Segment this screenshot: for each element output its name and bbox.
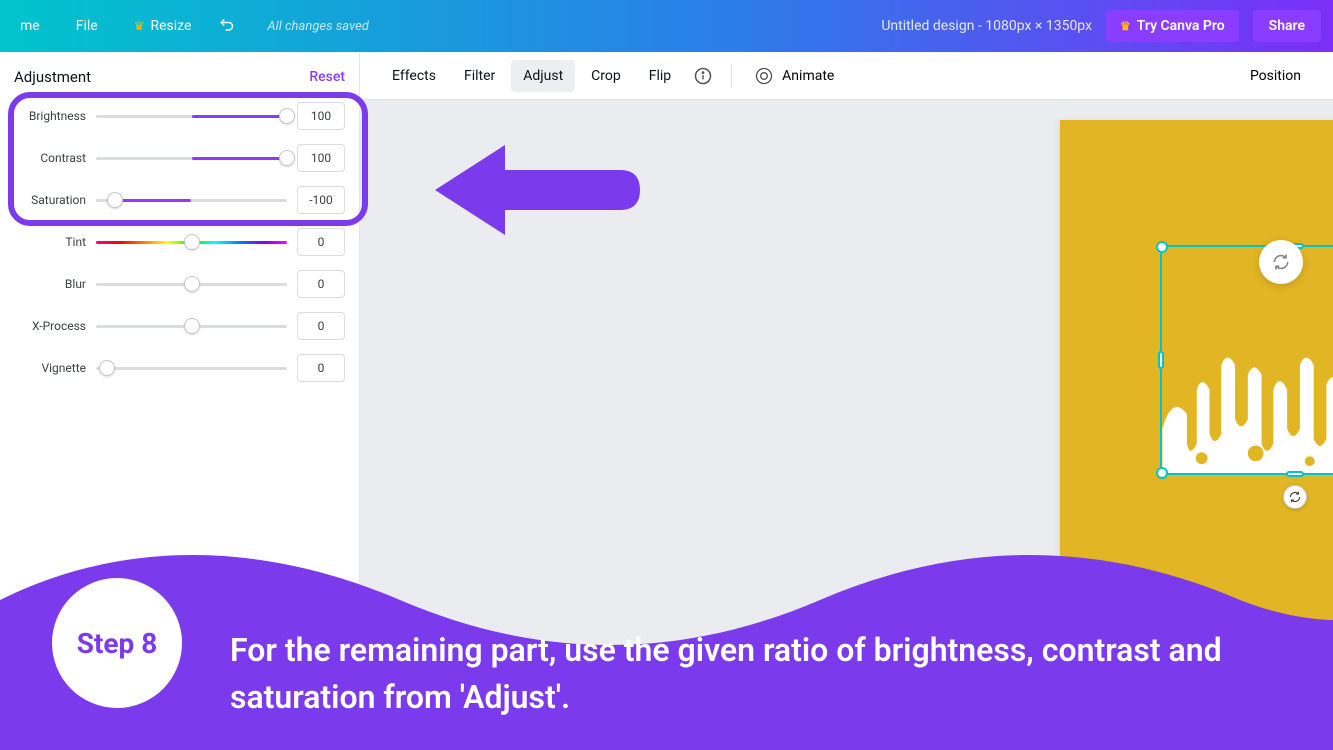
crop-button[interactable]: Crop [579, 60, 633, 92]
slider-row-vignette: Vignette 0 [14, 354, 345, 382]
rotate-handle[interactable] [1283, 485, 1307, 509]
animate-label: Animate [782, 68, 834, 84]
slider-row-blur: Blur 0 [14, 270, 345, 298]
resize-handle-tl[interactable] [1156, 241, 1168, 253]
reset-button[interactable]: Reset [309, 69, 345, 85]
try-pro-button[interactable]: ♛ Try Canva Pro [1106, 10, 1239, 42]
effects-button[interactable]: Effects [380, 60, 448, 92]
resize-button[interactable]: ♛ Resize [126, 12, 200, 40]
slider-saturation[interactable] [96, 192, 287, 208]
slider-thumb[interactable] [184, 318, 200, 334]
slider-thumb[interactable] [279, 150, 295, 166]
flip-button[interactable]: Flip [637, 60, 683, 92]
slider-label: Vignette [14, 361, 96, 375]
slider-label: Tint [14, 235, 96, 249]
context-toolbar: Effects Filter Adjust Crop Flip Animate … [360, 52, 1333, 100]
slider-row-x-process: X-Process 0 [14, 312, 345, 340]
slider-label: X-Process [14, 319, 96, 333]
undo-icon[interactable] [219, 15, 237, 37]
slider-row-brightness: Brightness 100 [14, 102, 345, 130]
resize-label: Resize [150, 18, 191, 34]
animate-button[interactable]: Animate [744, 58, 844, 94]
top-menu-bar: me File ♛ Resize All changes saved Untit… [0, 0, 1333, 52]
slider-thumb[interactable] [99, 360, 115, 376]
resize-handle-b[interactable] [1286, 471, 1304, 477]
animate-icon [754, 66, 774, 86]
filter-button[interactable]: Filter [452, 60, 507, 92]
resize-handle-bl[interactable] [1156, 467, 1168, 479]
slider-value-input[interactable]: 0 [297, 312, 345, 340]
selection-frame[interactable] [1160, 245, 1333, 475]
slider-value-input[interactable]: 100 [297, 102, 345, 130]
slider-row-contrast: Contrast 100 [14, 144, 345, 172]
slider-contrast[interactable] [96, 150, 287, 166]
slider-tint[interactable] [96, 234, 287, 250]
info-icon[interactable] [687, 60, 719, 92]
panel-title: Adjustment [14, 68, 91, 86]
home-menu[interactable]: me [12, 12, 48, 40]
slider-thumb[interactable] [184, 234, 200, 250]
slider-thumb[interactable] [279, 108, 295, 124]
crown-icon: ♛ [134, 19, 145, 33]
share-button[interactable]: Share [1253, 10, 1321, 42]
save-status: All changes saved [267, 19, 368, 34]
try-pro-label: Try Canva Pro [1137, 18, 1225, 34]
slider-label: Contrast [14, 151, 96, 165]
slider-row-tint: Tint 0 [14, 228, 345, 256]
refresh-float-button[interactable] [1259, 240, 1303, 284]
slider-vignette[interactable] [96, 360, 287, 376]
selected-image[interactable] [1162, 247, 1333, 473]
slider-label: Blur [14, 277, 96, 291]
adjust-button[interactable]: Adjust [511, 60, 575, 92]
step-badge: Step 8 [52, 578, 182, 708]
slider-value-input[interactable]: -100 [297, 186, 345, 214]
position-button[interactable]: Position [1238, 60, 1313, 92]
tutorial-arrow [430, 140, 640, 244]
slider-label: Brightness [14, 109, 96, 123]
slider-value-input[interactable]: 0 [297, 354, 345, 382]
slider-thumb[interactable] [184, 276, 200, 292]
file-menu[interactable]: File [68, 12, 106, 40]
slider-row-saturation: Saturation -100 [14, 186, 345, 214]
slider-value-input[interactable]: 100 [297, 144, 345, 172]
banner-text: For the remaining part, use the given ra… [230, 627, 1313, 720]
slider-blur[interactable] [96, 276, 287, 292]
resize-handle-l[interactable] [1158, 351, 1164, 369]
slider-x-process[interactable] [96, 318, 287, 334]
design-title[interactable]: Untitled design - 1080px × 1350px [881, 18, 1092, 34]
slider-label: Saturation [14, 193, 96, 207]
slider-value-input[interactable]: 0 [297, 228, 345, 256]
slider-brightness[interactable] [96, 108, 287, 124]
slider-thumb[interactable] [107, 192, 123, 208]
crown-icon: ♛ [1120, 19, 1131, 33]
tutorial-banner: Step 8 For the remaining part, use the g… [0, 530, 1333, 750]
slider-value-input[interactable]: 0 [297, 270, 345, 298]
